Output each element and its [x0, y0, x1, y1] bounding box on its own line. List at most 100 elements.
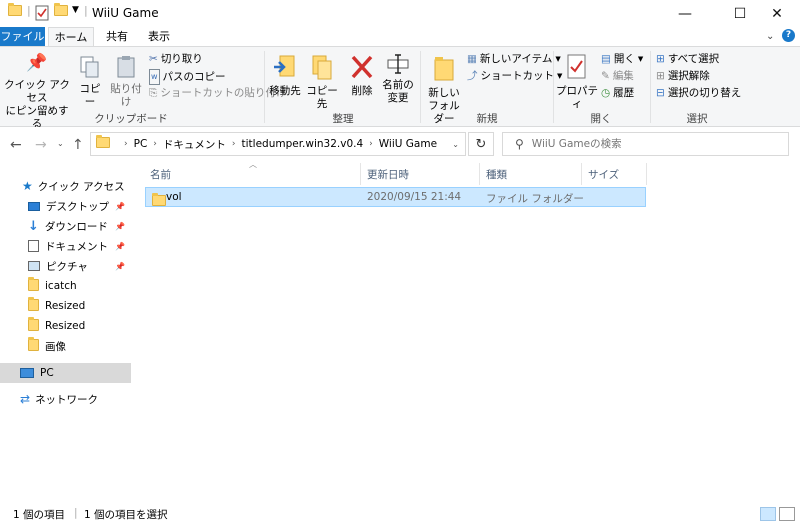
- folder-icon: [8, 3, 22, 21]
- column-header-type[interactable]: 種類: [481, 163, 582, 185]
- new-item-button[interactable]: ▦ 新しいアイテム ▼: [467, 52, 561, 66]
- customize-toolbar-icon[interactable]: ▼: [72, 5, 79, 21]
- invert-selection-icon: ⊟: [656, 87, 665, 99]
- properties-button[interactable]: プロパティ: [556, 53, 598, 111]
- copy-to-button[interactable]: コピー先: [304, 53, 340, 111]
- delete-button[interactable]: 削除: [346, 53, 378, 98]
- scissors-icon: ✂: [149, 53, 158, 65]
- search-input[interactable]: [531, 138, 762, 150]
- select-all-icon: ⊞: [656, 53, 665, 65]
- tab-home[interactable]: ホーム: [48, 27, 94, 47]
- pin-label-line1: クイック アクセス: [4, 79, 70, 104]
- back-button[interactable]: ←: [10, 137, 22, 153]
- pc-icon: [20, 368, 34, 378]
- refresh-button[interactable]: ↻: [468, 132, 494, 156]
- address-row: ← → ⌄ ↑ › PC › ドキュメント › titledumper.win3…: [0, 127, 800, 161]
- details-view-button[interactable]: [760, 507, 776, 521]
- status-separator: |: [74, 507, 78, 519]
- nav-downloads[interactable]: ↓ ダウンロード 📌: [0, 216, 131, 236]
- tab-view[interactable]: 表示: [140, 27, 178, 47]
- window-title: WiiU Game: [92, 6, 159, 20]
- nav-desktop[interactable]: デスクトップ 📌: [0, 196, 131, 216]
- pin-icon: 📌: [26, 53, 48, 73]
- pin-icon: 📌: [115, 201, 125, 211]
- chevron-down-icon: ▼: [637, 55, 644, 63]
- minimize-button[interactable]: —: [662, 0, 708, 27]
- properties-quick-icon[interactable]: [35, 5, 49, 21]
- nav-desktop-label: デスクトップ: [46, 200, 109, 213]
- up-button[interactable]: ↑: [72, 137, 84, 153]
- new-folder-quick-icon[interactable]: [54, 3, 68, 21]
- separator: |: [27, 4, 31, 17]
- recent-locations-button[interactable]: ⌄: [57, 139, 64, 148]
- move-to-button[interactable]: 移動先: [268, 53, 302, 98]
- star-icon: ★: [22, 179, 33, 193]
- edit-button[interactable]: ✎ 編集: [601, 69, 634, 83]
- pin-icon: 📌: [115, 221, 125, 231]
- edit-icon: ✎: [601, 70, 610, 82]
- column-header-modified[interactable]: 更新日時: [362, 163, 480, 185]
- nav-images[interactable]: 画像: [0, 336, 131, 356]
- history-label: 履歴: [613, 87, 635, 99]
- file-name: vol: [166, 191, 182, 203]
- cut-button[interactable]: ✂ 切り取り: [149, 52, 203, 66]
- nav-icatch[interactable]: icatch: [0, 276, 131, 296]
- open-button[interactable]: ▤ 開く ▼: [601, 52, 643, 66]
- copy-button[interactable]: コピー: [76, 55, 104, 109]
- copy-path-button[interactable]: w パスのコピー: [149, 69, 226, 85]
- breadcrumb-pc[interactable]: PC: [134, 138, 148, 150]
- search-box[interactable]: ⚲: [502, 132, 789, 156]
- nav-quick-access[interactable]: ★ クイック アクセス: [0, 176, 131, 196]
- collapse-ribbon-icon[interactable]: ⌄: [766, 31, 774, 42]
- chevron-right-icon: ›: [231, 139, 236, 149]
- tab-file[interactable]: ファイル: [0, 27, 45, 47]
- tab-share[interactable]: 共有: [98, 27, 136, 47]
- help-icon[interactable]: ?: [782, 29, 795, 42]
- breadcrumb-titledumper[interactable]: titledumper.win32.v0.4: [242, 138, 364, 150]
- breadcrumb-documents[interactable]: ドキュメント: [163, 137, 226, 152]
- address-dropdown-icon[interactable]: ⌄: [452, 140, 459, 149]
- column-header-size[interactable]: サイズ: [583, 163, 647, 185]
- column-header-name[interactable]: 名前: [145, 163, 361, 185]
- rename-button[interactable]: 名前の 変更: [380, 53, 416, 105]
- copy-icon: [80, 56, 99, 78]
- folder-icon: [28, 296, 39, 314]
- history-button[interactable]: ◷ 履歴: [601, 86, 634, 100]
- paste-button[interactable]: 貼り付け: [107, 55, 145, 109]
- nav-resized-1[interactable]: Resized: [0, 296, 131, 316]
- paste-shortcut-button[interactable]: ⎘ ショートカットの貼り付け: [149, 86, 286, 100]
- pin-icon: 📌: [115, 241, 125, 251]
- copy-to-icon: [312, 55, 332, 80]
- search-icon: ⚲: [515, 137, 524, 151]
- clipboard-group-title: クリップボード: [94, 113, 168, 125]
- folder-icon: [28, 316, 39, 334]
- navigation-pane: ★ クイック アクセス デスクトップ 📌 ↓ ダウンロード 📌 ドキュメント 📌…: [0, 161, 132, 498]
- title-bar: | ▼ | WiiU Game — ☐ ✕: [0, 0, 800, 27]
- forward-button[interactable]: →: [35, 137, 47, 153]
- select-none-button[interactable]: ⊞ 選択解除: [656, 69, 710, 83]
- desktop-icon: [28, 201, 40, 211]
- folder-icon: [28, 276, 39, 294]
- nav-pc[interactable]: PC: [0, 363, 131, 383]
- nav-documents-label: ドキュメント: [45, 240, 108, 253]
- select-all-button[interactable]: ⊞ すべて選択: [656, 52, 719, 66]
- easy-access-label: ショートカット: [480, 70, 555, 82]
- nav-resized-2-label: Resized: [45, 320, 86, 332]
- close-button[interactable]: ✕: [754, 0, 800, 27]
- group-separator: [420, 51, 421, 123]
- cut-label: 切り取り: [160, 53, 203, 65]
- move-to-label: 移動先: [269, 85, 301, 97]
- select-all-label: すべて選択: [667, 53, 720, 65]
- easy-access-button[interactable]: ⤴ ショートカット ▼: [467, 69, 562, 83]
- breadcrumb-wiiu-game[interactable]: WiiU Game: [379, 138, 437, 150]
- invert-selection-button[interactable]: ⊟ 選択の切り替え: [656, 86, 741, 100]
- large-icons-view-button[interactable]: [779, 507, 795, 521]
- organize-group-title: 整理: [332, 113, 354, 125]
- nav-resized-2[interactable]: Resized: [0, 316, 131, 336]
- nav-network[interactable]: ⇄ ネットワーク: [0, 389, 131, 409]
- address-bar[interactable]: › PC › ドキュメント › titledumper.win32.v0.4 ›…: [90, 132, 466, 156]
- nav-pictures[interactable]: ピクチャ 📌: [0, 256, 131, 276]
- nav-documents[interactable]: ドキュメント 📌: [0, 236, 131, 256]
- file-row[interactable]: vol 2020/09/15 21:44 ファイル フォルダー: [145, 187, 646, 207]
- rename-label-line1: 名前の: [382, 79, 414, 91]
